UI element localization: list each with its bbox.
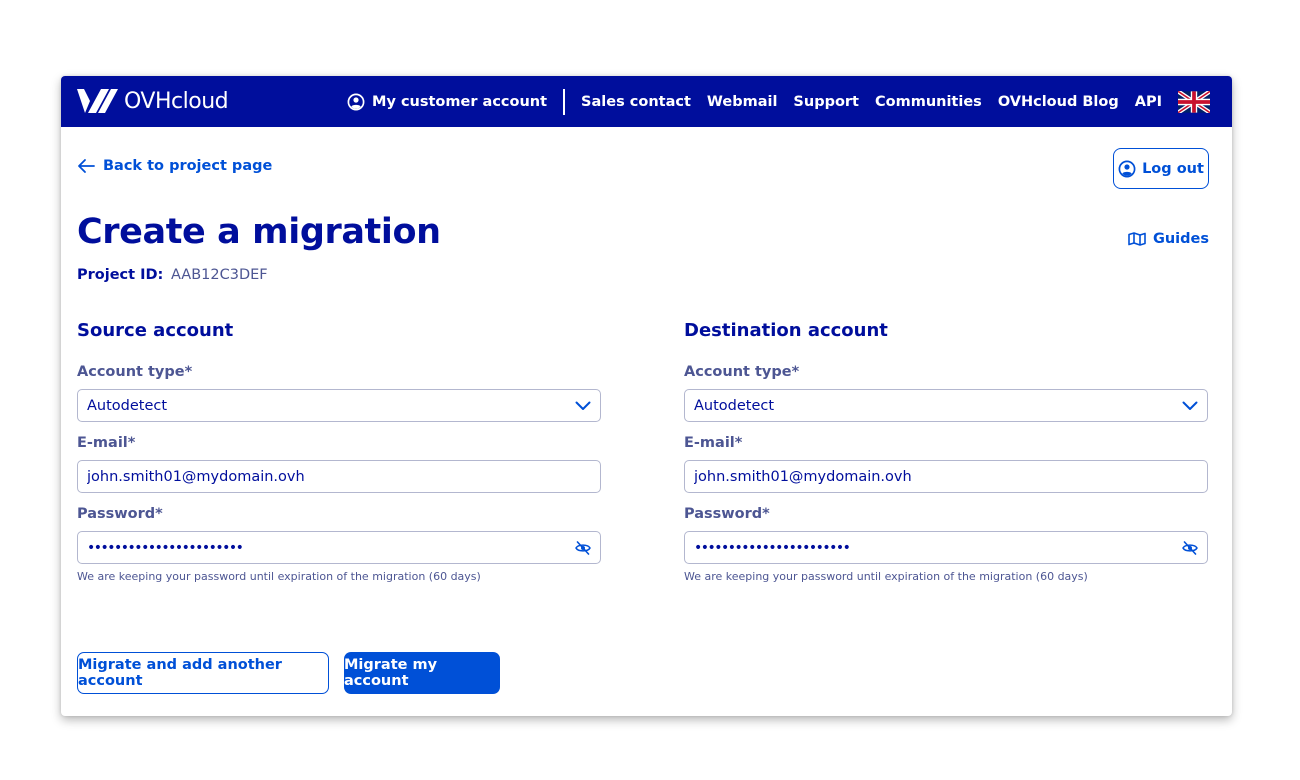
ovhcloud-logo[interactable]: OVHcloud bbox=[76, 87, 229, 115]
migrate-my-account-button[interactable]: Migrate my account bbox=[344, 652, 500, 694]
source-account-type-value: Autodetect bbox=[87, 397, 168, 414]
source-email-value: john.smith01@mydomain.ovh bbox=[87, 468, 305, 485]
source-account-title: Source account bbox=[77, 320, 234, 341]
eye-off-icon[interactable] bbox=[1182, 540, 1198, 555]
nav-separator bbox=[563, 88, 566, 115]
map-icon bbox=[1128, 232, 1146, 246]
destination-password-value: ••••••••••••••••••••••• bbox=[694, 539, 851, 556]
source-email-label: E-mail* bbox=[77, 435, 136, 451]
user-circle-icon bbox=[347, 93, 365, 110]
ovhcloud-logo-icon bbox=[77, 89, 118, 113]
source-email-input[interactable]: john.smith01@mydomain.ovh bbox=[77, 460, 601, 493]
logo-text: OVHcloud bbox=[124, 88, 229, 114]
source-account-type-select[interactable]: Autodetect bbox=[77, 389, 601, 422]
migrate-and-add-button[interactable]: Migrate and add another account bbox=[77, 652, 329, 694]
logout-label: Log out bbox=[1142, 160, 1204, 177]
destination-password-hint: We are keeping your password until expir… bbox=[684, 570, 1088, 583]
destination-account-type-select[interactable]: Autodetect bbox=[684, 389, 1208, 422]
project-id: Project ID: AAB12C3DEF bbox=[77, 267, 268, 283]
destination-account-form: Destination account Account type* Autode… bbox=[684, 320, 1208, 583]
guides-link[interactable]: Guides bbox=[1128, 231, 1209, 247]
chevron-down-icon bbox=[1182, 401, 1198, 410]
source-account-form: Source account Account type* Autodetect … bbox=[77, 320, 601, 583]
back-to-project-label: Back to project page bbox=[103, 158, 273, 174]
source-password-input[interactable]: ••••••••••••••••••••••• bbox=[77, 531, 601, 564]
user-circle-icon bbox=[1118, 160, 1136, 177]
destination-email-value: john.smith01@mydomain.ovh bbox=[694, 468, 912, 485]
page-title: Create a migration bbox=[77, 212, 441, 252]
destination-email-label: E-mail* bbox=[684, 435, 743, 451]
top-navigation-bar: OVHcloud My customer account Sales conta… bbox=[61, 76, 1232, 127]
project-id-label: Project ID: bbox=[77, 267, 164, 283]
eye-off-icon[interactable] bbox=[575, 540, 591, 555]
source-password-hint: We are keeping your password until expir… bbox=[77, 570, 481, 583]
app-window: OVHcloud My customer account Sales conta… bbox=[61, 76, 1232, 716]
nav-support[interactable]: Support bbox=[793, 94, 859, 110]
header-nav: My customer account Sales contact Webmai… bbox=[347, 76, 1210, 127]
guides-label: Guides bbox=[1152, 231, 1209, 247]
source-password-label: Password* bbox=[77, 506, 163, 522]
logout-button[interactable]: Log out bbox=[1113, 148, 1209, 189]
destination-password-input[interactable]: ••••••••••••••••••••••• bbox=[684, 531, 1208, 564]
uk-flag-icon[interactable] bbox=[1178, 90, 1210, 113]
nav-my-customer-account[interactable]: My customer account bbox=[347, 93, 547, 111]
nav-api[interactable]: API bbox=[1135, 94, 1162, 110]
project-id-value: AAB12C3DEF bbox=[170, 267, 268, 283]
destination-account-title: Destination account bbox=[684, 320, 888, 341]
destination-account-type-value: Autodetect bbox=[694, 397, 775, 414]
nav-my-customer-account-label: My customer account bbox=[372, 93, 548, 110]
destination-password-label: Password* bbox=[684, 506, 770, 522]
nav-ovhcloud-blog[interactable]: OVHcloud Blog bbox=[998, 94, 1119, 110]
destination-email-input[interactable]: john.smith01@mydomain.ovh bbox=[684, 460, 1208, 493]
nav-webmail[interactable]: Webmail bbox=[707, 94, 778, 110]
arrow-left-icon bbox=[78, 159, 95, 173]
source-password-value: ••••••••••••••••••••••• bbox=[87, 539, 244, 556]
destination-account-type-label: Account type* bbox=[684, 364, 800, 380]
chevron-down-icon bbox=[575, 401, 591, 410]
nav-sales-contact[interactable]: Sales contact bbox=[581, 94, 691, 110]
source-account-type-label: Account type* bbox=[77, 364, 193, 380]
back-to-project-link[interactable]: Back to project page bbox=[77, 158, 272, 174]
nav-communities[interactable]: Communities bbox=[875, 94, 982, 110]
